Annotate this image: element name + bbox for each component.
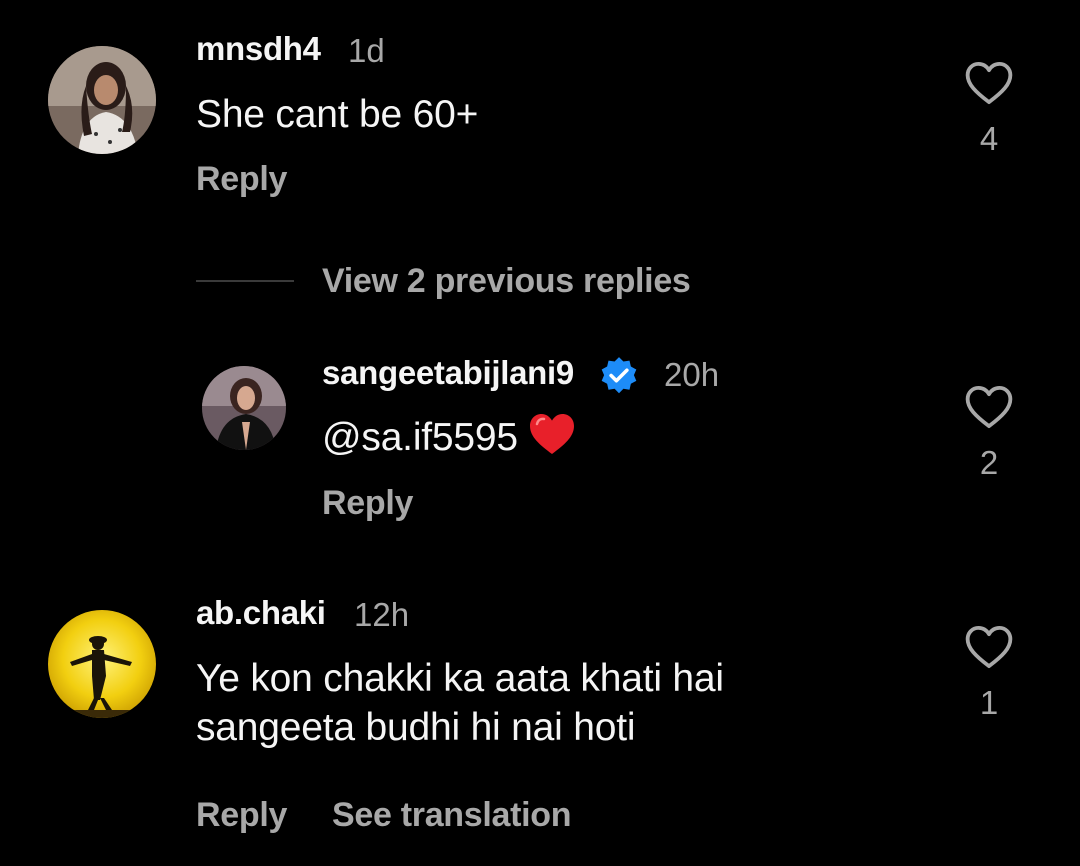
comment-text-line: Ye kon chakki ka aata khati hai — [196, 657, 724, 700]
avatar[interactable] — [48, 610, 156, 718]
comment-username[interactable]: ab.chaki — [196, 594, 326, 632]
comment-text: @sa.if5595 — [322, 412, 576, 463]
comment-username[interactable]: mnsdh4 — [196, 30, 321, 68]
comment-timestamp: 20h — [664, 356, 720, 393]
comment-timestamp: 12h — [354, 596, 410, 633]
heart-outline-icon — [965, 385, 1013, 429]
like-count: 4 — [979, 120, 999, 157]
heart-outline-icon — [965, 61, 1013, 105]
reply-button[interactable]: Reply — [322, 484, 413, 523]
reply-button[interactable]: Reply — [196, 796, 287, 835]
comment-username[interactable]: sangeetabijlani9 — [322, 354, 574, 392]
reply-button[interactable]: Reply — [196, 160, 287, 199]
mention-link[interactable]: @sa.if5595 — [322, 416, 518, 459]
comment-text: She cant be 60+ — [196, 93, 479, 136]
like-count: 1 — [979, 684, 999, 721]
see-translation-button[interactable]: See translation — [332, 796, 572, 835]
red-heart-emoji — [529, 414, 574, 454]
like-button[interactable] — [962, 380, 1016, 434]
avatar[interactable] — [48, 46, 156, 154]
heart-outline-icon — [965, 625, 1013, 669]
like-count: 2 — [979, 444, 999, 481]
replies-divider — [196, 280, 294, 282]
comment-timestamp: 1d — [348, 32, 385, 69]
like-button[interactable] — [962, 56, 1016, 110]
comment-text-line: sangeeta budhi hi nai hoti — [196, 706, 636, 749]
comments-screen: mnsdh4 1d She cant be 60+ Reply 4 View 2… — [0, 0, 1080, 866]
verified-badge-icon — [598, 355, 640, 397]
avatar[interactable] — [202, 366, 286, 450]
like-button[interactable] — [962, 620, 1016, 674]
view-previous-replies-button[interactable]: View 2 previous replies — [322, 262, 691, 301]
